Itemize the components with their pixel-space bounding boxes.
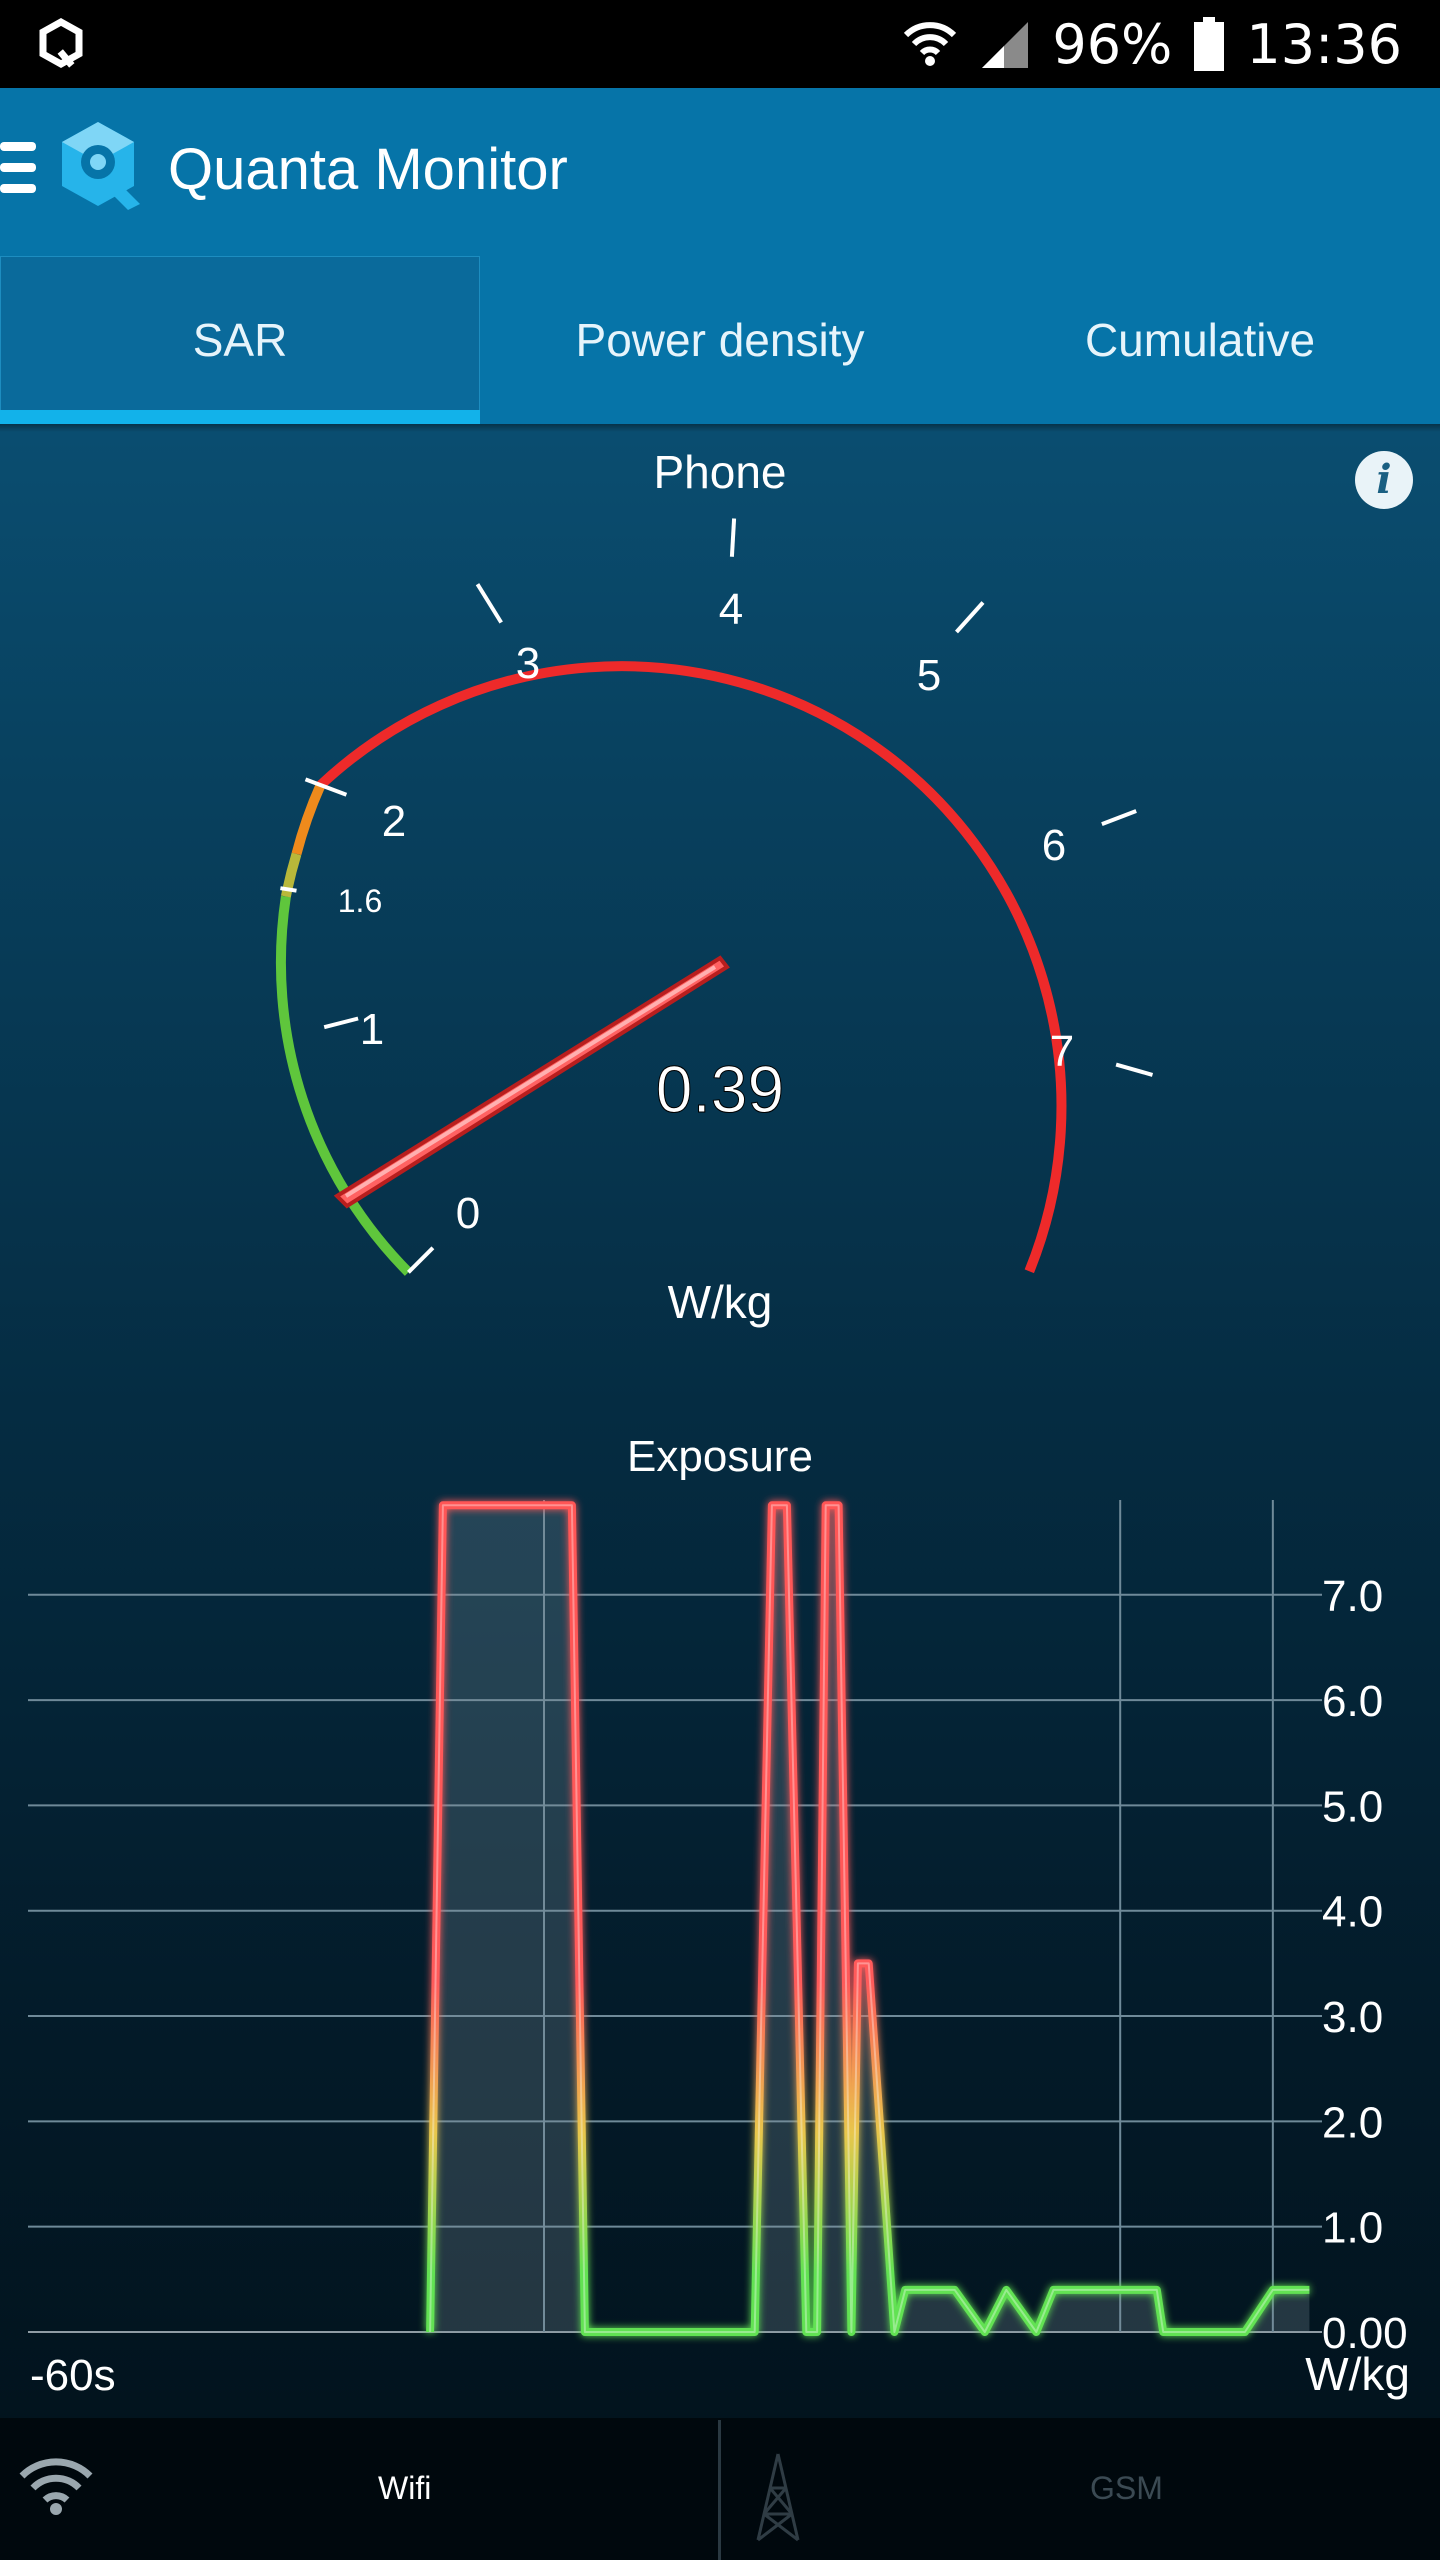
wifi-signal-icon (904, 22, 957, 66)
wifi-tab-label[interactable]: Wifi (378, 2470, 431, 2507)
gauge-title: Phone (653, 446, 786, 498)
tab-power-density[interactable]: Power density (480, 256, 960, 424)
gauge-tick-label: 1.6 (338, 883, 382, 919)
app-bar: Quanta Monitor (0, 88, 1440, 256)
chart-grid-vertical (543, 1500, 1274, 2332)
tab-sar[interactable]: SAR (0, 256, 480, 424)
gauge-tick-label: 3 (516, 639, 540, 688)
chart-title: Exposure (627, 1432, 813, 1481)
y-tick-label: 7.0 (1322, 1572, 1383, 1621)
menu-icon[interactable] (0, 142, 36, 202)
chart-y-tick-labels: 7.06.05.04.03.02.01.00.00 (1322, 1572, 1408, 2358)
status-bar: 96% 13:36 (0, 0, 1440, 88)
sar-gauge: 0 1 1.6 2 3 4 5 6 7 Phone 0.39 W/kg (275, 446, 1154, 1328)
tab-bar: SAR Power density Cumulative (0, 256, 1440, 424)
quanta-notification-icon (39, 18, 83, 69)
gauge-tick-label: 5 (917, 651, 941, 700)
clock: 13:36 (1246, 12, 1402, 76)
gauge-tick-label: 7 (1050, 1027, 1074, 1076)
gauge-value: 0.39 (656, 1052, 784, 1126)
exposure-area (430, 1505, 1310, 2332)
tab-cumulative[interactable]: Cumulative (960, 256, 1440, 424)
gauge-tick-label: 2 (382, 797, 406, 846)
gsm-tower-icon[interactable] (748, 2452, 808, 2542)
y-tick-label: 6.0 (1322, 1677, 1383, 1726)
y-tick-label: 4.0 (1322, 1888, 1383, 1937)
battery-percent: 96% (1052, 12, 1173, 76)
gauge-tick-label: 6 (1042, 821, 1066, 870)
y-tick-label: 1.0 (1322, 2204, 1383, 2253)
app-title: Quanta Monitor (168, 137, 568, 202)
gauge-tick-label: 4 (719, 585, 743, 634)
info-icon[interactable]: i (1355, 451, 1413, 509)
battery-icon (1194, 17, 1225, 71)
gsm-tab-label[interactable]: GSM (1090, 2470, 1163, 2507)
gauge-tick-label: 1 (360, 1005, 384, 1054)
y-tick-label: 5.0 (1322, 1782, 1383, 1831)
exposure-chart: 7.06.05.04.03.02.01.00.00 Exposure -60s … (28, 1432, 1410, 2400)
y-tick-label: 3.0 (1322, 1993, 1383, 2042)
app-logo-icon (62, 122, 140, 210)
x-start-label: -60s (30, 2351, 116, 2400)
y-unit-label: W/kg (1305, 2348, 1410, 2400)
chart-grid-horizontal (28, 1593, 1322, 2333)
wifi-tab-icon[interactable] (18, 2456, 94, 2516)
gauge-tick-label: 0 (456, 1189, 480, 1238)
gauge-unit: W/kg (668, 1276, 773, 1328)
bottom-bar-divider (718, 2420, 721, 2560)
gauge-arc (275, 661, 1067, 1276)
y-tick-label: 2.0 (1322, 2098, 1383, 2147)
cell-signal-icon (982, 22, 1029, 68)
